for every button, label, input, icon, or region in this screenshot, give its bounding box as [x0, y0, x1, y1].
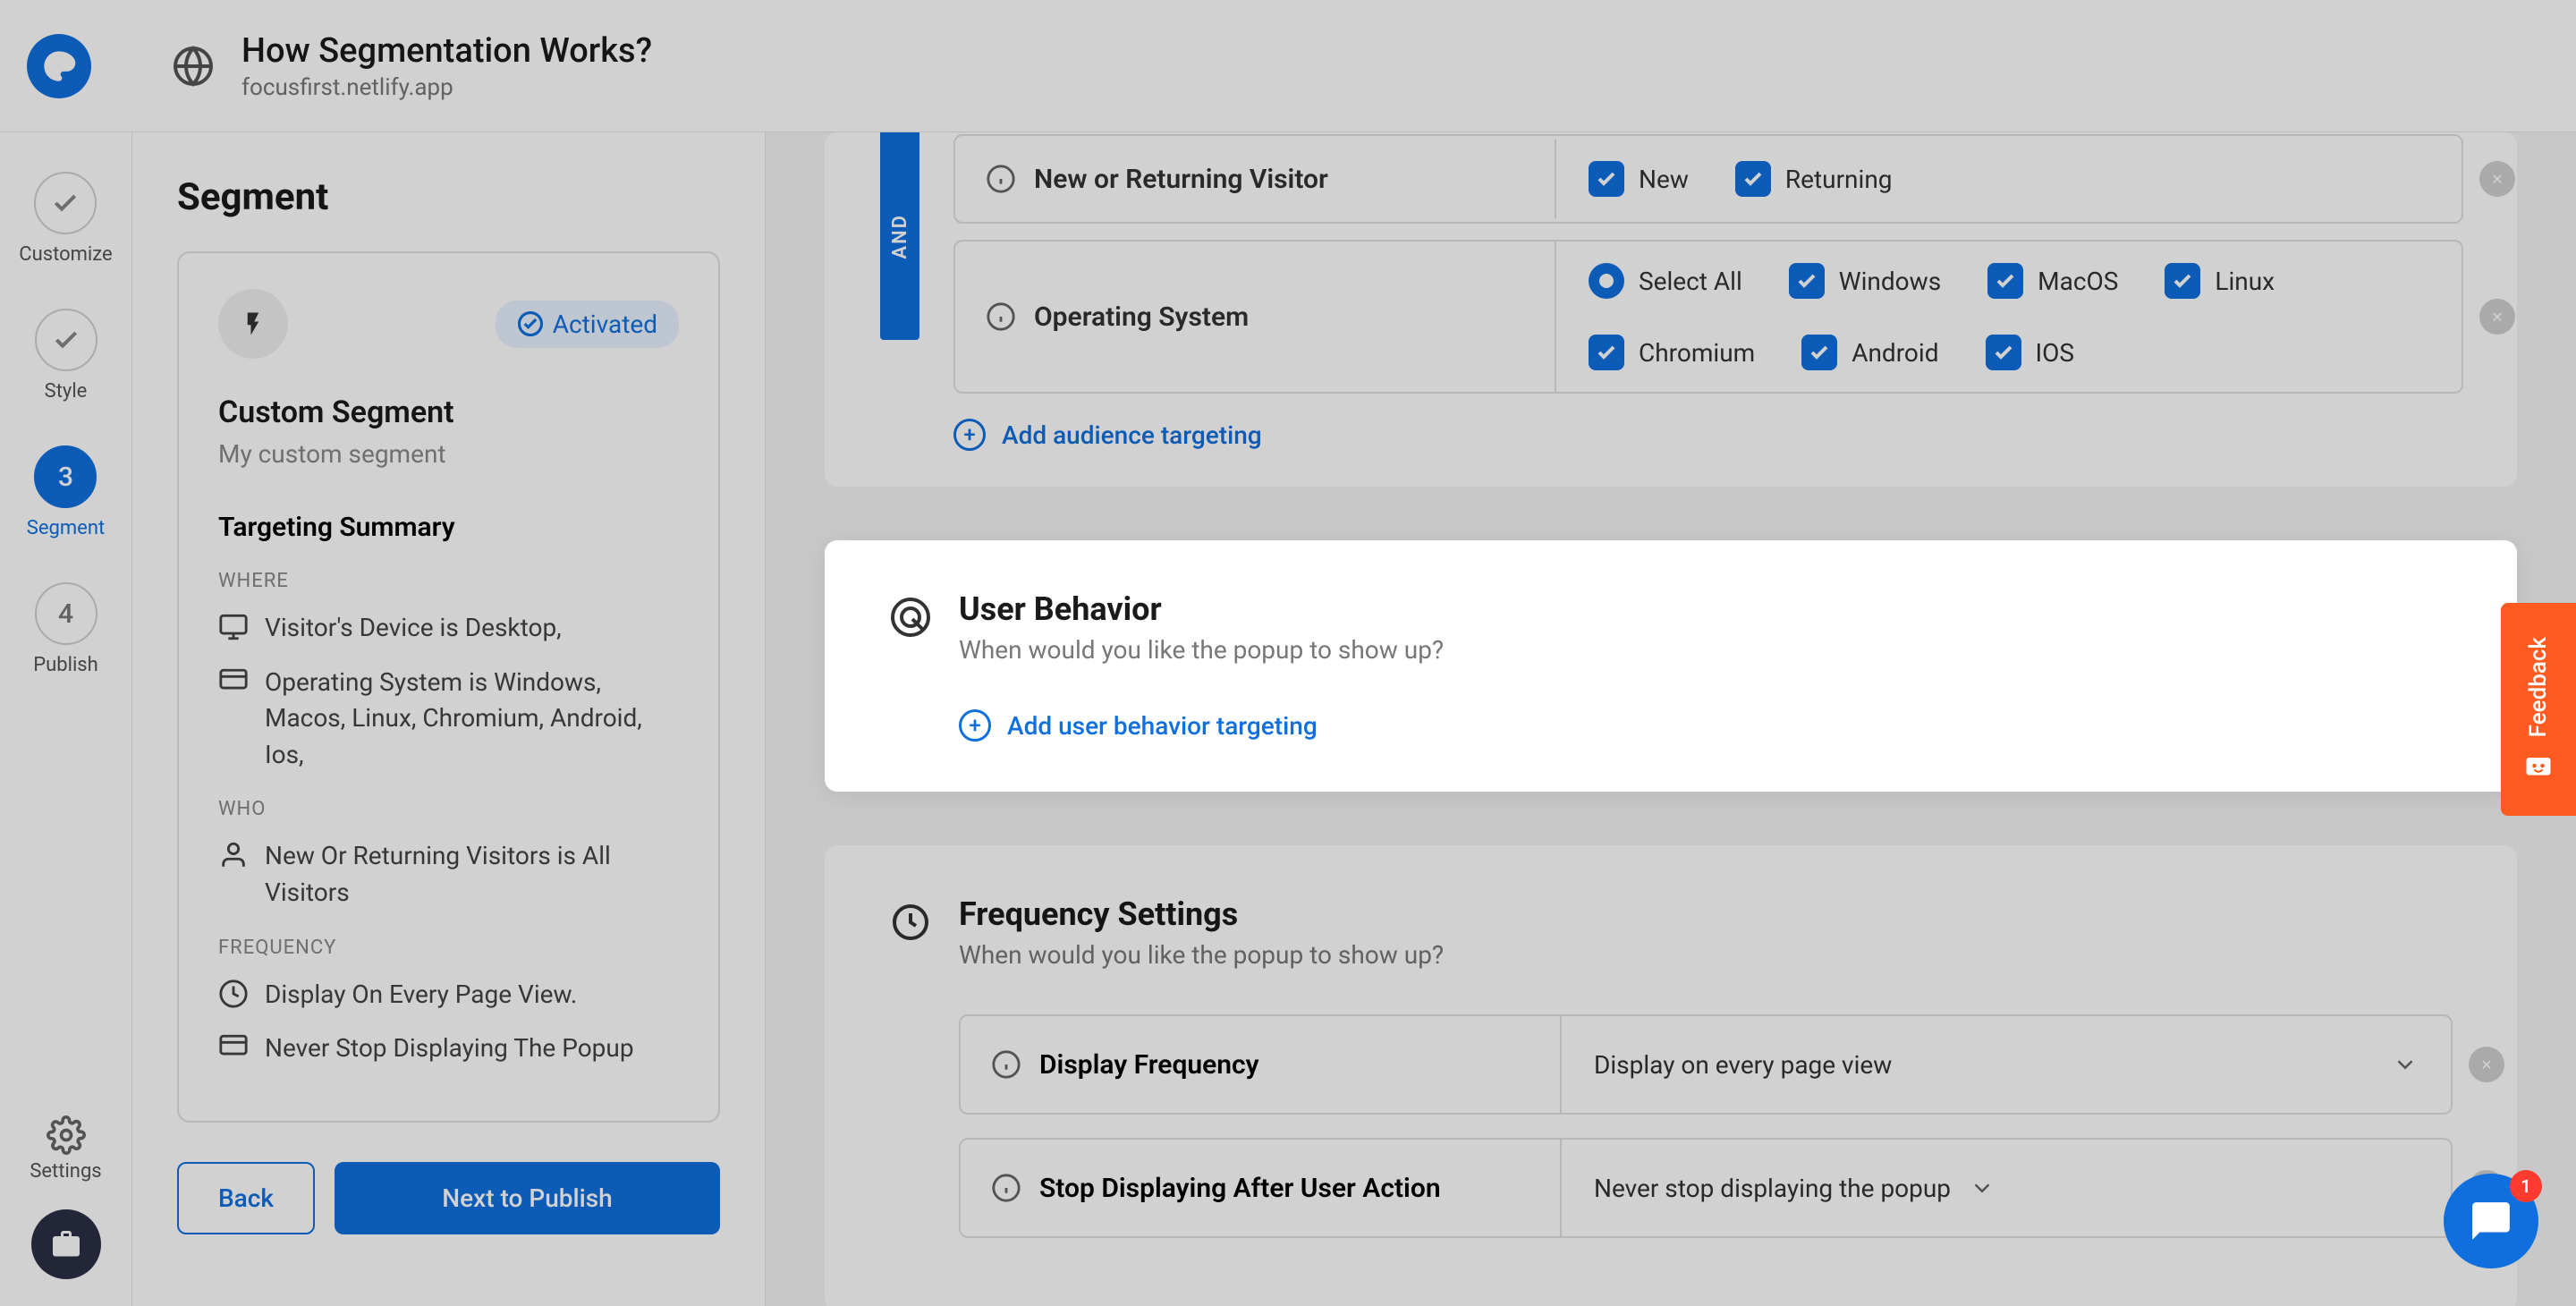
feedback-icon	[2522, 750, 2555, 782]
page-subtitle: focusfirst.netlify.app	[242, 74, 652, 101]
add-audience-targeting-link[interactable]: + Add audience targeting	[953, 419, 2517, 451]
stop-displaying-select[interactable]: Never stop displaying the popup	[1560, 1140, 2451, 1236]
info-icon[interactable]	[986, 164, 1016, 194]
activated-badge: Activated	[496, 301, 679, 348]
clock-icon	[889, 901, 932, 944]
summary-heading: Targeting Summary	[218, 512, 679, 543]
frequency-row-stop: Stop Displaying After User Action Never …	[959, 1138, 2453, 1238]
card-heading: Custom Segment	[218, 394, 679, 430]
add-user-behavior-targeting-link[interactable]: + Add user behavior targeting	[959, 709, 2453, 742]
plus-circle-icon: +	[959, 709, 991, 742]
info-icon[interactable]	[986, 301, 1016, 332]
behavior-title: User Behavior	[959, 590, 1444, 628]
user-behavior-section: User Behavior When would you like the po…	[825, 540, 2517, 792]
step-customize[interactable]: Customize	[19, 172, 112, 266]
behavior-icon	[889, 596, 932, 639]
settings-link[interactable]: Settings	[30, 1115, 101, 1183]
summary-line: Visitor's Device is Desktop,	[218, 610, 679, 647]
option-windows[interactable]: Windows	[1789, 263, 1941, 299]
summary-line: Display On Every Page View.	[218, 977, 679, 1013]
chat-badge: 1	[2510, 1170, 2542, 1202]
option-new[interactable]: New	[1589, 161, 1689, 197]
option-ios[interactable]: IOS	[1986, 335, 2075, 370]
frequency-label: FREQUENCY	[218, 937, 679, 959]
info-icon[interactable]	[991, 1049, 1021, 1080]
who-label: WHO	[218, 798, 679, 820]
option-chromium[interactable]: Chromium	[1589, 335, 1755, 370]
display-frequency-select[interactable]: Display on every page view	[1560, 1016, 2451, 1113]
remove-row-button[interactable]: ✕	[2479, 161, 2515, 197]
option-android[interactable]: Android	[1801, 335, 1938, 370]
back-button[interactable]: Back	[177, 1162, 315, 1234]
toolbox-button[interactable]	[31, 1209, 101, 1279]
and-connector: AND	[880, 132, 919, 340]
bolt-icon	[218, 289, 288, 359]
feedback-tab[interactable]: Feedback	[2501, 603, 2576, 816]
where-label: WHERE	[218, 570, 679, 592]
info-icon[interactable]	[991, 1173, 1021, 1203]
globe-icon	[172, 45, 215, 88]
step-publish[interactable]: 4 Publish	[33, 582, 98, 676]
gear-icon	[47, 1115, 86, 1155]
remove-row-button[interactable]: ✕	[2479, 299, 2515, 335]
app-logo[interactable]	[27, 34, 91, 98]
frequency-title: Frequency Settings	[959, 895, 1444, 933]
targeting-row-os: Operating System Select All Windows MacO…	[953, 240, 2463, 394]
summary-line: Operating System is Windows, Macos, Linu…	[218, 665, 679, 774]
chevron-down-icon	[2392, 1051, 2419, 1078]
step-style[interactable]: Style	[35, 309, 97, 403]
option-macos[interactable]: MacOS	[1987, 263, 2118, 299]
frequency-description: When would you like the popup to show up…	[959, 940, 1444, 970]
page-title: How Segmentation Works?	[242, 31, 652, 71]
chevron-down-icon	[1969, 1175, 1996, 1201]
step-segment[interactable]: 3 Segment	[27, 445, 105, 539]
segment-card: Activated Custom Segment My custom segme…	[177, 251, 720, 1123]
chat-button[interactable]: 1	[2444, 1174, 2538, 1268]
option-select-all[interactable]: Select All	[1589, 263, 1742, 299]
option-linux[interactable]: Linux	[2165, 263, 2275, 299]
frequency-row-display: Display Frequency Display on every page …	[959, 1014, 2453, 1115]
next-to-publish-button[interactable]: Next to Publish	[335, 1162, 720, 1234]
chat-icon	[2469, 1199, 2513, 1243]
summary-line: New Or Returning Visitors is All Visitor…	[218, 838, 679, 911]
targeting-row-visitor-type: New or Returning Visitor New Returning ✕	[953, 134, 2463, 224]
plus-circle-icon: +	[953, 419, 986, 451]
option-returning[interactable]: Returning	[1735, 161, 1893, 197]
remove-row-button[interactable]: ✕	[2469, 1047, 2504, 1082]
card-description: My custom segment	[218, 439, 679, 469]
behavior-description: When would you like the popup to show up…	[959, 635, 1444, 665]
panel-title: Segment	[177, 175, 720, 219]
summary-line: Never Stop Displaying The Popup	[218, 1030, 679, 1067]
